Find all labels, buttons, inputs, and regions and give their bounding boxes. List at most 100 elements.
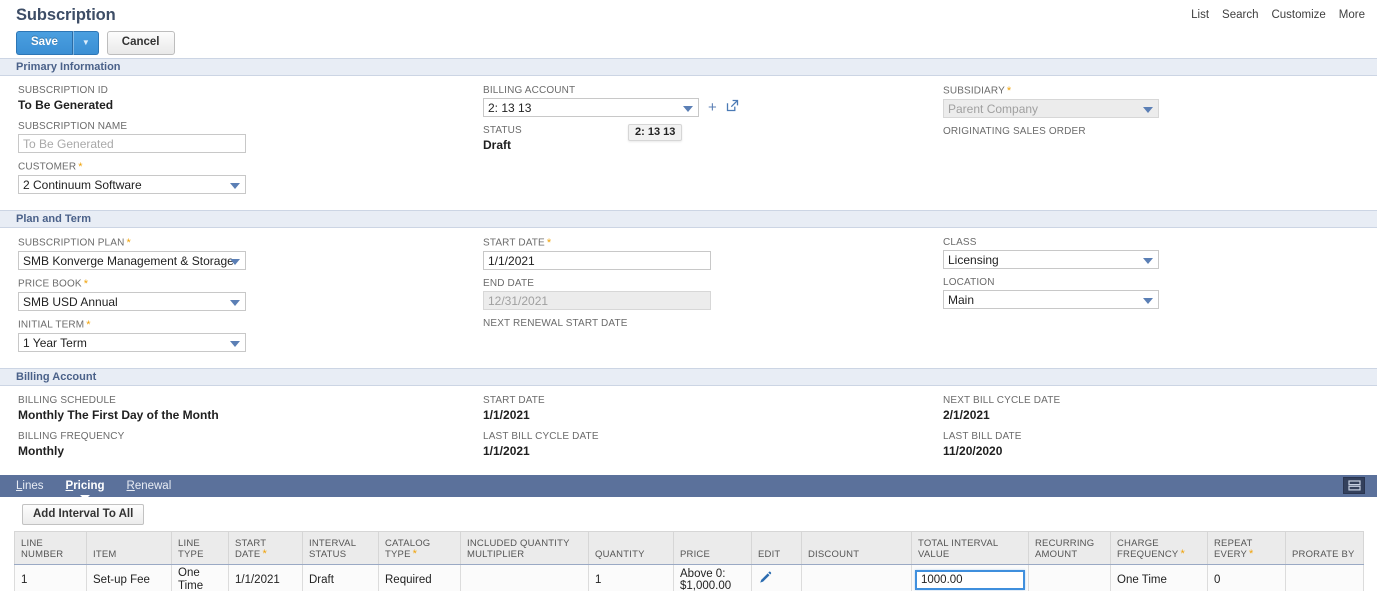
col-recurring-amount[interactable]: RECURRING AMOUNT bbox=[1028, 531, 1111, 565]
label-start-date-text: START DATE bbox=[483, 237, 545, 249]
cell-catalog-type[interactable]: Required bbox=[378, 564, 461, 591]
field-start-date: START DATE * 1/1/2021 bbox=[483, 237, 925, 270]
cell-start-date[interactable]: 1/1/2021 bbox=[228, 564, 303, 591]
field-location: LOCATION Main bbox=[943, 277, 1377, 309]
table-row[interactable]: 1 Set-up Fee One Time 1/1/2021 Draft Req… bbox=[14, 564, 1364, 591]
field-status: STATUS Draft 2: 13 13 bbox=[483, 124, 925, 153]
cell-price[interactable]: Above 0: $1,000.00 bbox=[673, 564, 752, 591]
subscription-plan-select[interactable]: SMB Konverge Management & Storage bbox=[18, 251, 246, 270]
label-subsidiary: SUBSIDIARY * bbox=[943, 85, 1377, 97]
label-next-renewal-start-date: NEXT RENEWAL START DATE bbox=[483, 318, 628, 329]
cell-item[interactable]: Set-up Fee bbox=[86, 564, 172, 591]
col-catalog-type[interactable]: CATALOG TYPE * bbox=[378, 531, 461, 565]
total-interval-value-input[interactable]: 1000.00 bbox=[915, 570, 1025, 590]
primary-column-3: SUBSIDIARY * Parent Company ORIGINATING S… bbox=[925, 85, 1377, 202]
col-discount[interactable]: DISCOUNT bbox=[801, 531, 912, 565]
col-interval-status[interactable]: INTERVAL STATUS bbox=[302, 531, 379, 565]
label-subscription-name: SUBSCRIPTION NAME bbox=[18, 121, 128, 132]
cell-charge-frequency[interactable]: One Time bbox=[1110, 564, 1208, 591]
required-star-icon: * bbox=[78, 161, 83, 173]
cell-quantity[interactable]: 1 bbox=[588, 564, 674, 591]
nav-list[interactable]: List bbox=[1191, 9, 1209, 21]
label-subscription-plan-text: SUBSCRIPTION PLAN bbox=[18, 237, 125, 249]
col-prorate-by[interactable]: PRORATE BY bbox=[1285, 531, 1364, 565]
location-value: Main bbox=[948, 292, 975, 307]
chevron-down-icon bbox=[230, 182, 240, 189]
tab-renewal[interactable]: Renewal bbox=[127, 480, 172, 493]
col-quantity[interactable]: QUANTITY bbox=[588, 531, 674, 565]
cell-recurring-amount[interactable] bbox=[1028, 564, 1111, 591]
table-header-row: LINE NUMBER ITEM LINE TYPE START DATE * I… bbox=[14, 531, 1364, 565]
class-select[interactable]: Licensing bbox=[943, 250, 1159, 269]
col-edit[interactable]: EDIT bbox=[751, 531, 802, 565]
label-billing-schedule: BILLING SCHEDULE bbox=[18, 395, 116, 406]
value-status: Draft bbox=[483, 138, 512, 152]
required-star-icon: * bbox=[83, 278, 89, 290]
save-dropdown-arrow-icon[interactable]: ▼ bbox=[72, 31, 99, 55]
nav-customize[interactable]: Customize bbox=[1271, 9, 1325, 21]
cancel-button[interactable]: Cancel bbox=[106, 31, 175, 55]
tab-lines[interactable]: Lines bbox=[16, 480, 44, 493]
chevron-down-icon bbox=[230, 299, 240, 306]
price-book-select[interactable]: SMB USD Annual bbox=[18, 292, 246, 311]
col-item[interactable]: ITEM bbox=[86, 531, 172, 565]
col-included-quantity-multiplier[interactable]: INCLUDED QUANTITY MULTIPLIER bbox=[460, 531, 589, 565]
start-date-input[interactable]: 1/1/2021 bbox=[483, 251, 711, 270]
col-prorate-by-label: PRORATE BY bbox=[1292, 549, 1355, 560]
customer-select[interactable]: 2 Continuum Software bbox=[18, 175, 246, 194]
add-billing-account-icon[interactable]: + bbox=[708, 100, 717, 115]
cell-repeat-every[interactable]: 0 bbox=[1207, 564, 1286, 591]
required-star-icon: * bbox=[1006, 85, 1012, 97]
col-repeat-every[interactable]: REPEAT EVERY * bbox=[1207, 531, 1286, 565]
field-billing-frequency: BILLING FREQUENCY Monthly bbox=[18, 431, 465, 459]
col-line-type[interactable]: LINE TYPE bbox=[171, 531, 229, 565]
col-price[interactable]: PRICE bbox=[673, 531, 752, 565]
field-next-bill-cycle-date: NEXT BILL CYCLE DATE 2/1/2021 bbox=[943, 395, 1377, 423]
end-date-input[interactable]: 12/31/2021 bbox=[483, 291, 711, 310]
nav-more[interactable]: More bbox=[1339, 9, 1365, 21]
list-view-icon[interactable] bbox=[1343, 477, 1365, 494]
col-start-date[interactable]: START DATE * bbox=[228, 531, 303, 565]
initial-term-value: 1 Year Term bbox=[23, 335, 87, 350]
initial-term-select[interactable]: 1 Year Term bbox=[18, 333, 246, 352]
col-line-number-label: LINE NUMBER bbox=[21, 538, 64, 560]
col-charge-frequency[interactable]: CHARGE FREQUENCY * bbox=[1110, 531, 1208, 565]
top-navigation: List Search Customize More bbox=[1191, 9, 1365, 21]
location-select[interactable]: Main bbox=[943, 290, 1159, 309]
section-header-primary-information: Primary Information bbox=[0, 58, 1377, 76]
value-billing-frequency: Monthly bbox=[18, 444, 64, 458]
add-interval-to-all-button[interactable]: Add Interval To All bbox=[22, 504, 145, 525]
open-billing-account-icon[interactable] bbox=[726, 99, 739, 117]
pencil-icon[interactable] bbox=[758, 571, 772, 589]
cell-total-interval-value[interactable]: 1000.00 bbox=[911, 564, 1029, 591]
subscription-name-input[interactable]: To Be Generated bbox=[18, 134, 246, 153]
label-start-date: START DATE * bbox=[483, 237, 925, 249]
chevron-down-icon bbox=[230, 258, 240, 265]
primary-column-1: SUBSCRIPTION ID To Be Generated SUBSCRIP… bbox=[0, 85, 465, 202]
nav-search[interactable]: Search bbox=[1222, 9, 1258, 21]
label-next-bill-cycle-date: NEXT BILL CYCLE DATE bbox=[943, 395, 1061, 406]
col-line-type-label: LINE TYPE bbox=[178, 538, 204, 560]
col-total-interval-value[interactable]: TOTAL INTERVAL VALUE bbox=[911, 531, 1029, 565]
label-class: CLASS bbox=[943, 237, 977, 248]
class-value: Licensing bbox=[948, 252, 999, 267]
cell-line-type[interactable]: One Time bbox=[171, 564, 229, 591]
value-last-bill-cycle-date: 1/1/2021 bbox=[483, 444, 530, 458]
save-button[interactable]: Save bbox=[16, 31, 73, 55]
cell-discount[interactable] bbox=[801, 564, 912, 591]
cell-prorate-by[interactable] bbox=[1285, 564, 1364, 591]
label-end-date: END DATE bbox=[483, 278, 535, 289]
cell-interval-status[interactable]: Draft bbox=[302, 564, 379, 591]
col-line-number[interactable]: LINE NUMBER bbox=[14, 531, 87, 565]
billing-account-row: 2: 13 13 + bbox=[483, 98, 925, 117]
billing-column-3: NEXT BILL CYCLE DATE 2/1/2021 LAST BILL … bbox=[925, 395, 1377, 467]
tab-pricing[interactable]: Pricing bbox=[66, 480, 105, 500]
subsidiary-select[interactable]: Parent Company bbox=[943, 99, 1159, 118]
label-price-book-text: PRICE BOOK bbox=[18, 278, 82, 290]
cell-line-number[interactable]: 1 bbox=[14, 564, 87, 591]
billing-account-select[interactable]: 2: 13 13 bbox=[483, 98, 699, 117]
cell-included-quantity-multiplier[interactable] bbox=[460, 564, 589, 591]
required-star-icon: * bbox=[546, 237, 552, 249]
field-class: CLASS Licensing bbox=[943, 237, 1377, 269]
cell-edit[interactable] bbox=[751, 564, 802, 591]
